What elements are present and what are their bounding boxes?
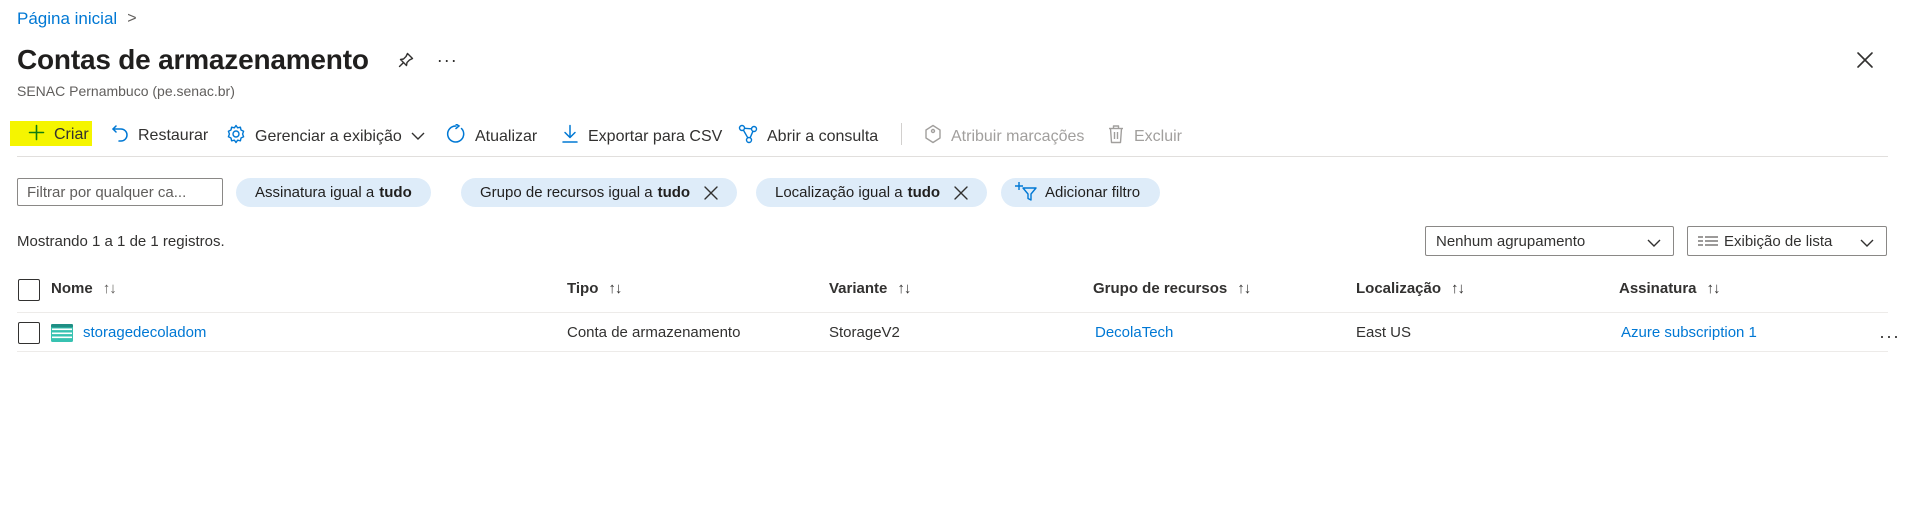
row-location: East US (1356, 324, 1412, 341)
download-icon (561, 124, 579, 149)
list-view-icon (1698, 235, 1718, 247)
column-header-resource-group-label: Grupo de recursos (1093, 280, 1228, 297)
query-graph-icon (738, 124, 758, 149)
chevron-down-icon (411, 128, 425, 146)
row-type: Conta de armazenamento (567, 324, 741, 341)
toolbar-divider (17, 156, 1888, 157)
breadcrumb: Página inicial > (17, 9, 137, 29)
refresh-button[interactable]: Atualizar (446, 123, 538, 149)
column-header-name-label: Nome (51, 280, 93, 297)
column-header-location[interactable]: Localização ↑↓ (1356, 280, 1465, 297)
column-header-location-label: Localização (1356, 280, 1442, 297)
filter-pill-resource-group[interactable]: Grupo de recursos igual a tudo (461, 178, 738, 207)
filter-location-value: tudo (907, 184, 941, 201)
row-more-options-icon[interactable]: ··· (1879, 326, 1900, 347)
sort-arrows-icon: ↑↓ (608, 280, 622, 297)
tag-icon (924, 124, 942, 149)
sort-arrows-icon: ↑↓ (1706, 280, 1721, 297)
refresh-icon (446, 123, 466, 149)
column-header-variant-label: Variante (829, 280, 888, 297)
filter-location-label: Localização igual a (775, 184, 903, 201)
chevron-down-icon (1647, 235, 1661, 252)
records-count: Mostrando 1 a 1 de 1 registros. (17, 233, 225, 250)
undo-icon (111, 124, 129, 147)
filter-subscription-value: tudo (379, 184, 412, 201)
sort-arrows-icon: ↑↓ (897, 280, 911, 297)
create-button[interactable]: Criar (28, 124, 89, 146)
open-query-button[interactable]: Abrir a consulta (738, 124, 878, 149)
open-query-label: Abrir a consulta (767, 127, 879, 145)
title-row: Contas de armazenamento ··· (17, 44, 458, 76)
delete-button[interactable]: Excluir (1107, 124, 1182, 149)
page-title: Contas de armazenamento (17, 44, 369, 75)
export-csv-label: Exportar para CSV (588, 127, 723, 145)
row-checkbox[interactable] (18, 322, 40, 344)
remove-filter-close-icon[interactable] (704, 185, 718, 200)
breadcrumb-home-link[interactable]: Página inicial (17, 9, 117, 29)
row-name-link[interactable]: storagedecoladom (83, 324, 206, 341)
filter-pill-subscription[interactable]: Assinatura igual a tudo (236, 178, 431, 207)
breadcrumb-chevron-icon: > (127, 10, 137, 27)
add-filter-icon (1015, 181, 1037, 205)
grouping-selected: Nenhum agrupamento (1436, 232, 1586, 250)
manage-view-label: Gerenciar a exibição (255, 127, 402, 145)
assign-tags-button[interactable]: Atribuir marcações (924, 124, 1084, 149)
close-icon[interactable] (1856, 51, 1874, 74)
restore-label: Restaurar (138, 126, 209, 144)
remove-filter-close-icon[interactable] (954, 185, 968, 200)
plus-icon (28, 124, 45, 146)
column-header-resource-group[interactable]: Grupo de recursos ↑↓ (1093, 280, 1251, 297)
pin-icon[interactable] (397, 51, 415, 69)
restore-button[interactable]: Restaurar (111, 124, 208, 147)
select-all-checkbox[interactable] (18, 279, 40, 301)
storage-account-icon (51, 324, 73, 347)
toolbar-separator (901, 123, 902, 145)
column-header-variant[interactable]: Variante ↑↓ (829, 280, 911, 297)
column-header-type[interactable]: Tipo ↑↓ (567, 280, 622, 297)
column-header-subscription[interactable]: Assinatura ↑↓ (1619, 280, 1721, 297)
export-csv-button[interactable]: Exportar para CSV (561, 124, 722, 149)
sort-arrows-icon: ↑↓ (1451, 280, 1465, 297)
filter-search-input[interactable] (17, 178, 223, 206)
row-resource-group-link[interactable]: DecolaTech (1095, 324, 1173, 341)
chevron-down-icon (1860, 235, 1874, 252)
delete-label: Excluir (1134, 127, 1183, 145)
column-header-subscription-label: Assinatura (1619, 280, 1697, 297)
manage-view-button[interactable]: Gerenciar a exibição (226, 124, 425, 149)
header-divider (17, 312, 1888, 313)
sort-arrows-icon: ↑↓ (102, 280, 117, 297)
grouping-dropdown[interactable]: Nenhum agrupamento (1425, 226, 1674, 256)
sort-arrows-icon: ↑↓ (1237, 280, 1251, 297)
column-header-name[interactable]: Nome ↑↓ (51, 280, 117, 297)
row-divider (17, 351, 1888, 352)
add-filter-button[interactable]: Adicionar filtro (1001, 178, 1161, 207)
filter-resource-group-value: tudo (657, 184, 691, 201)
filter-pill-location[interactable]: Localização igual a tudo (756, 178, 988, 207)
filter-subscription-label: Assinatura igual a (255, 184, 375, 201)
trash-icon (1107, 124, 1125, 149)
column-header-type-label: Tipo (567, 280, 599, 297)
more-options-icon[interactable]: ··· (437, 50, 458, 71)
view-dropdown[interactable]: Exibição de lista (1687, 226, 1887, 256)
create-label: Criar (54, 126, 89, 143)
gear-icon (226, 124, 246, 149)
assign-tags-label: Atribuir marcações (951, 127, 1085, 145)
page-subtitle: SENAC Pernambuco (pe.senac.br) (17, 83, 235, 99)
filter-resource-group-label: Grupo de recursos igual a (480, 184, 653, 201)
row-variant: StorageV2 (829, 324, 900, 341)
row-subscription-link[interactable]: Azure subscription 1 (1621, 324, 1757, 341)
view-selected: Exibição de lista (1724, 232, 1833, 250)
add-filter-label: Adicionar filtro (1045, 184, 1141, 201)
refresh-label: Atualizar (475, 127, 538, 145)
